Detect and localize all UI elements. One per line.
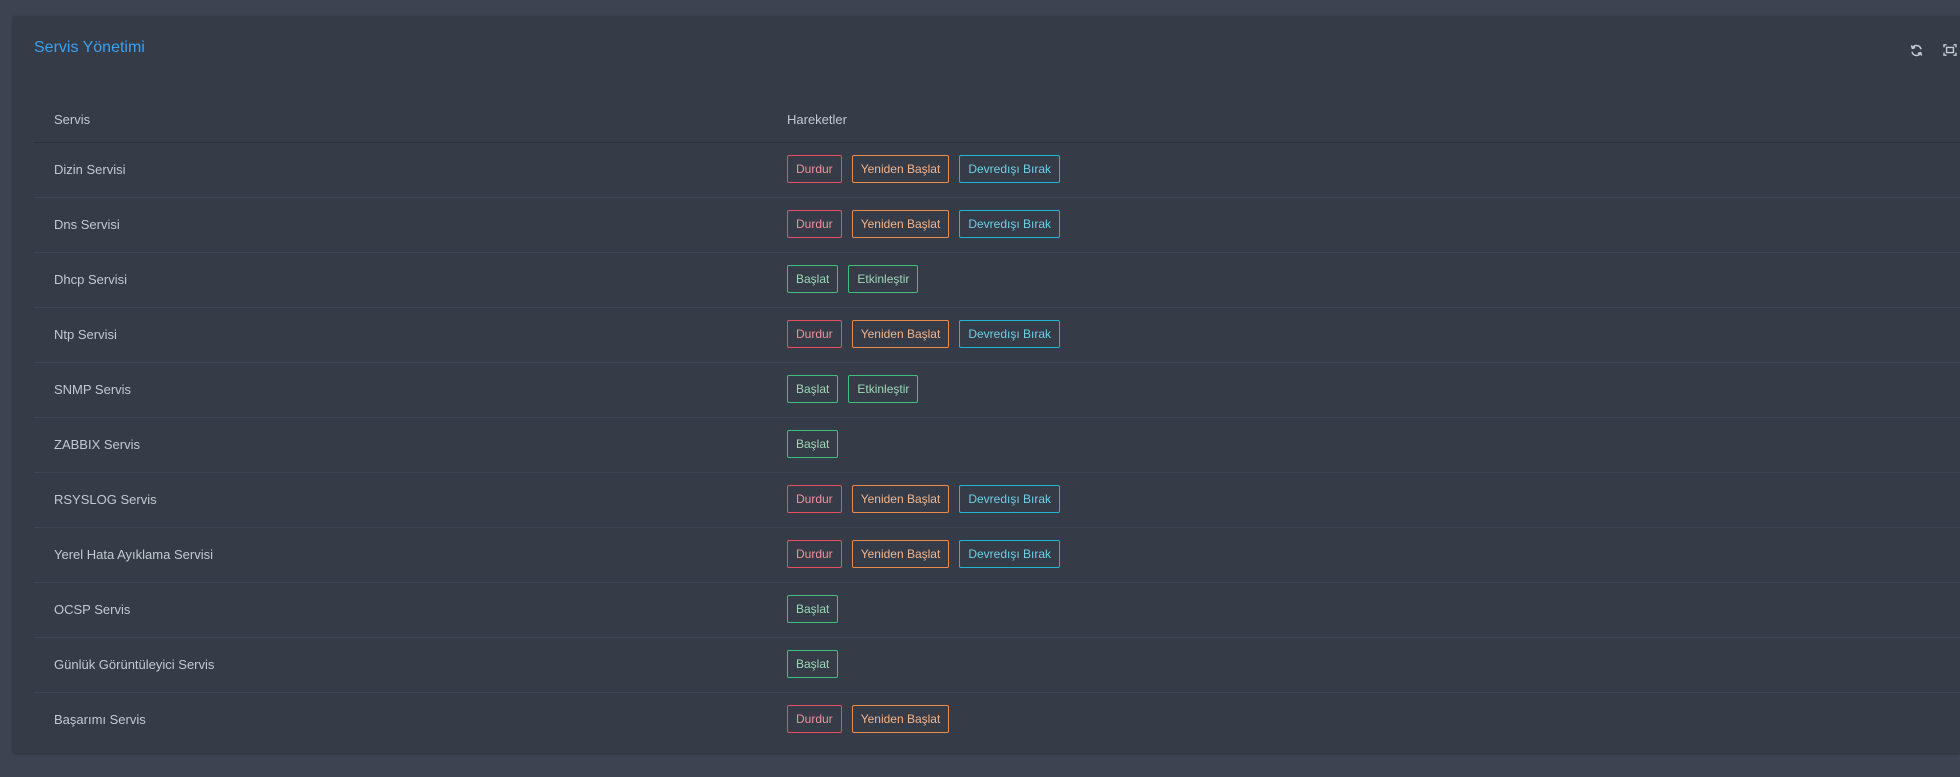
services-table: Servis Hareketler Dizin Servisi Durdur Yen… [34, 98, 1960, 747]
stop-button[interactable]: Durdur [787, 320, 842, 348]
stop-button[interactable]: Durdur [787, 705, 842, 733]
restart-button[interactable]: Yeniden Başlat [851, 320, 950, 348]
table-row: SNMP Servis Başlat Etkinleştir [34, 363, 1960, 418]
table-row: Dns Servisi Durdur Yeniden Başlat Devredışı… [34, 198, 1960, 253]
service-actions: Başlat [787, 595, 839, 623]
table-row: OCSP Servis Başlat [34, 583, 1960, 638]
refresh-icon [1910, 44, 1922, 56]
restart-button[interactable]: Yeniden Başlat [851, 155, 950, 183]
start-button[interactable]: Başlat [787, 430, 839, 458]
enable-button[interactable]: Etkinleştir [848, 375, 919, 403]
service-actions: Başlat Etkinleştir [787, 375, 919, 403]
stop-button[interactable]: Durdur [787, 155, 842, 183]
restart-button[interactable]: Yeniden Başlat [851, 705, 950, 733]
service-actions: Durdur Yeniden Başlat [787, 705, 950, 733]
service-actions: Durdur Yeniden Başlat Devredışı Bırak [787, 155, 1061, 183]
expand-icon [1943, 44, 1957, 56]
panel-title: Servis Yönetimi [34, 39, 145, 56]
service-actions: Başlat [787, 430, 839, 458]
service-name: Günlük Görüntüleyici Servis [54, 657, 215, 672]
service-name: Dhcp Servisi [54, 272, 127, 287]
service-name: RSYSLOG Servis [54, 492, 157, 507]
disable-button[interactable]: Devredışı Bırak [959, 210, 1061, 238]
start-button[interactable]: Başlat [787, 595, 839, 623]
table-row: Yerel Hata Ayıklama Servisi Durdur Yeniden… [34, 528, 1960, 583]
service-actions: Durdur Yeniden Başlat Devredışı Bırak [787, 320, 1061, 348]
start-button[interactable]: Başlat [787, 650, 839, 678]
table-row: Başarımı Servis Durdur Yeniden Başlat [34, 693, 1960, 747]
service-name: OCSP Servis [54, 602, 131, 617]
stop-button[interactable]: Durdur [787, 485, 842, 513]
disable-button[interactable]: Devredışı Bırak [959, 540, 1061, 568]
service-name: Yerel Hata Ayıklama Servisi [54, 547, 213, 562]
service-actions: Durdur Yeniden Başlat Devredışı Bırak [787, 210, 1061, 238]
disable-button[interactable]: Devredışı Bırak [959, 320, 1061, 348]
panel-header: Servis Yönetimi [13, 16, 1960, 80]
disable-button[interactable]: Devredışı Bırak [959, 155, 1061, 183]
service-management-panel: Servis Yönetimi Servis Hareketler Dizin … [13, 16, 1960, 753]
service-name: SNMP Servis [54, 382, 132, 397]
table-row: Günlük Görüntüleyici Servis Başlat [34, 638, 1960, 693]
service-name: Başarımı Servis [54, 712, 146, 727]
service-name: Ntp Servisi [54, 327, 117, 342]
service-name: Dns Servisi [54, 217, 120, 232]
disable-button[interactable]: Devredışı Bırak [959, 485, 1061, 513]
fullscreen-button[interactable] [1940, 40, 1960, 60]
service-name: ZABBIX Servis [54, 437, 140, 452]
enable-button[interactable]: Etkinleştir [848, 265, 919, 293]
start-button[interactable]: Başlat [787, 265, 839, 293]
column-header-actions: Hareketler [787, 112, 847, 127]
table-body: Dizin Servisi Durdur Yeniden Başlat Devredı… [34, 143, 1960, 747]
column-header-service: Servis [54, 112, 91, 127]
service-actions: Durdur Yeniden Başlat Devredışı Bırak [787, 485, 1061, 513]
panel-tools [1900, 40, 1960, 60]
table-row: ZABBIX Servis Başlat [34, 418, 1960, 473]
stop-button[interactable]: Durdur [787, 540, 842, 568]
table-header: Servis Hareketler [34, 98, 1960, 143]
table-row: Dizin Servisi Durdur Yeniden Başlat Devredı… [34, 143, 1960, 198]
service-actions: Durdur Yeniden Başlat Devredışı Bırak [787, 540, 1061, 568]
table-row: RSYSLOG Servis Durdur Yeniden Başlat Devred… [34, 473, 1960, 528]
start-button[interactable]: Başlat [787, 375, 839, 403]
service-actions: Başlat Etkinleştir [787, 265, 919, 293]
restart-button[interactable]: Yeniden Başlat [851, 540, 950, 568]
restart-button[interactable]: Yeniden Başlat [851, 210, 950, 238]
service-name: Dizin Servisi [54, 162, 126, 177]
table-row: Ntp Servisi Durdur Yeniden Başlat Devredışı… [34, 308, 1960, 363]
restart-button[interactable]: Yeniden Başlat [851, 485, 950, 513]
refresh-button[interactable] [1906, 40, 1926, 60]
table-row: Dhcp Servisi Başlat Etkinleştir [34, 253, 1960, 308]
service-actions: Başlat [787, 650, 839, 678]
stop-button[interactable]: Durdur [787, 210, 842, 238]
